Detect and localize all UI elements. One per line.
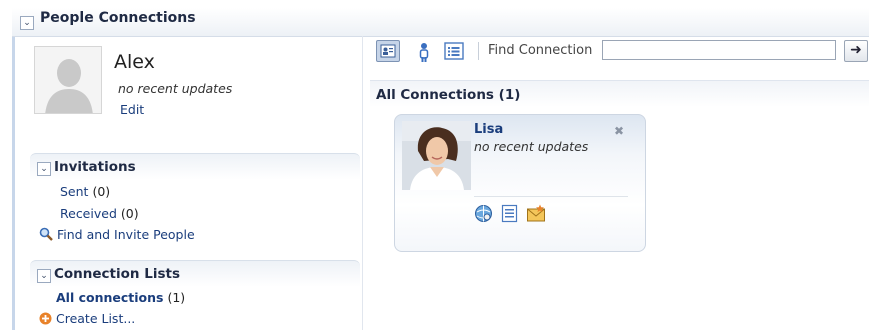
avatar-placeholder-icon bbox=[35, 47, 101, 113]
find-go-button[interactable]: ➜ bbox=[844, 40, 868, 62]
find-connection-input[interactable] bbox=[602, 40, 836, 60]
all-connections-link[interactable]: All connections bbox=[56, 290, 163, 305]
invitations-section: ⌄ Invitations Sent (0) Received (0) Find… bbox=[30, 153, 360, 250]
user-name: Alex bbox=[114, 51, 155, 73]
connection-photo[interactable] bbox=[402, 121, 471, 190]
document-list-icon bbox=[501, 204, 518, 223]
card-separator bbox=[474, 196, 628, 197]
magnifier-icon bbox=[39, 227, 53, 241]
received-link[interactable]: Received bbox=[60, 206, 117, 221]
user-status: no recent updates bbox=[118, 81, 233, 96]
card-view-icon bbox=[380, 44, 396, 58]
find-connection-label: Find Connection bbox=[488, 43, 593, 58]
list-view-icon bbox=[444, 42, 464, 60]
user-avatar bbox=[34, 46, 102, 114]
envelope-star-icon bbox=[527, 204, 545, 222]
connection-lists-section: ⌄ Connection Lists All connections (1) C… bbox=[30, 260, 360, 331]
view-profile-button[interactable] bbox=[500, 204, 519, 223]
globe-people-icon bbox=[475, 205, 492, 222]
connection-lists-title: Connection Lists bbox=[54, 266, 180, 282]
all-connections-count: (1) bbox=[167, 290, 186, 305]
find-invite-link[interactable]: Find and Invite People bbox=[57, 227, 195, 242]
received-invitations-item[interactable]: Received (0) bbox=[60, 206, 139, 221]
connection-status: no recent updates bbox=[474, 139, 589, 154]
sent-invitations-item[interactable]: Sent (0) bbox=[60, 184, 110, 199]
person-photo-icon bbox=[402, 121, 471, 190]
sent-count: (0) bbox=[92, 184, 111, 199]
collapse-invitations-toggle[interactable]: ⌄ bbox=[37, 162, 51, 176]
remove-connection-button[interactable]: ✖ bbox=[614, 124, 624, 138]
edit-profile-link[interactable]: Edit bbox=[120, 102, 144, 117]
card-view-button[interactable] bbox=[376, 40, 400, 62]
person-view-icon bbox=[419, 43, 429, 62]
toolbar-separator bbox=[478, 42, 479, 60]
connections-header-title: All Connections (1) bbox=[376, 87, 521, 103]
sent-link[interactable]: Sent bbox=[60, 184, 88, 199]
person-view-button[interactable] bbox=[417, 42, 431, 62]
all-connections-item[interactable]: All connections (1) bbox=[56, 290, 185, 305]
panel-left-border bbox=[12, 8, 15, 330]
received-count: (0) bbox=[120, 206, 139, 221]
column-divider bbox=[362, 36, 363, 330]
close-x-icon: ✖ bbox=[614, 124, 625, 138]
find-invite-item[interactable]: Find and Invite People bbox=[39, 227, 195, 242]
collapse-connection-lists-toggle[interactable]: ⌄ bbox=[37, 269, 51, 283]
create-list-link[interactable]: Create List... bbox=[56, 311, 135, 326]
view-activity-button[interactable] bbox=[474, 204, 493, 223]
connection-name[interactable]: Lisa bbox=[474, 122, 503, 137]
send-message-button[interactable] bbox=[526, 204, 545, 223]
arrow-right-icon: ➜ bbox=[850, 42, 862, 58]
panel-title: People Connections bbox=[40, 10, 196, 26]
connections-header: All Connections (1) bbox=[370, 80, 869, 107]
invitations-title: Invitations bbox=[54, 159, 136, 175]
create-list-item[interactable]: Create List... bbox=[39, 311, 135, 326]
connection-card[interactable]: Lisa no recent updates ✖ bbox=[394, 114, 646, 252]
add-plus-icon bbox=[39, 312, 52, 325]
list-view-button[interactable] bbox=[444, 42, 466, 60]
collapse-panel-toggle[interactable]: ⌄ bbox=[20, 16, 34, 30]
